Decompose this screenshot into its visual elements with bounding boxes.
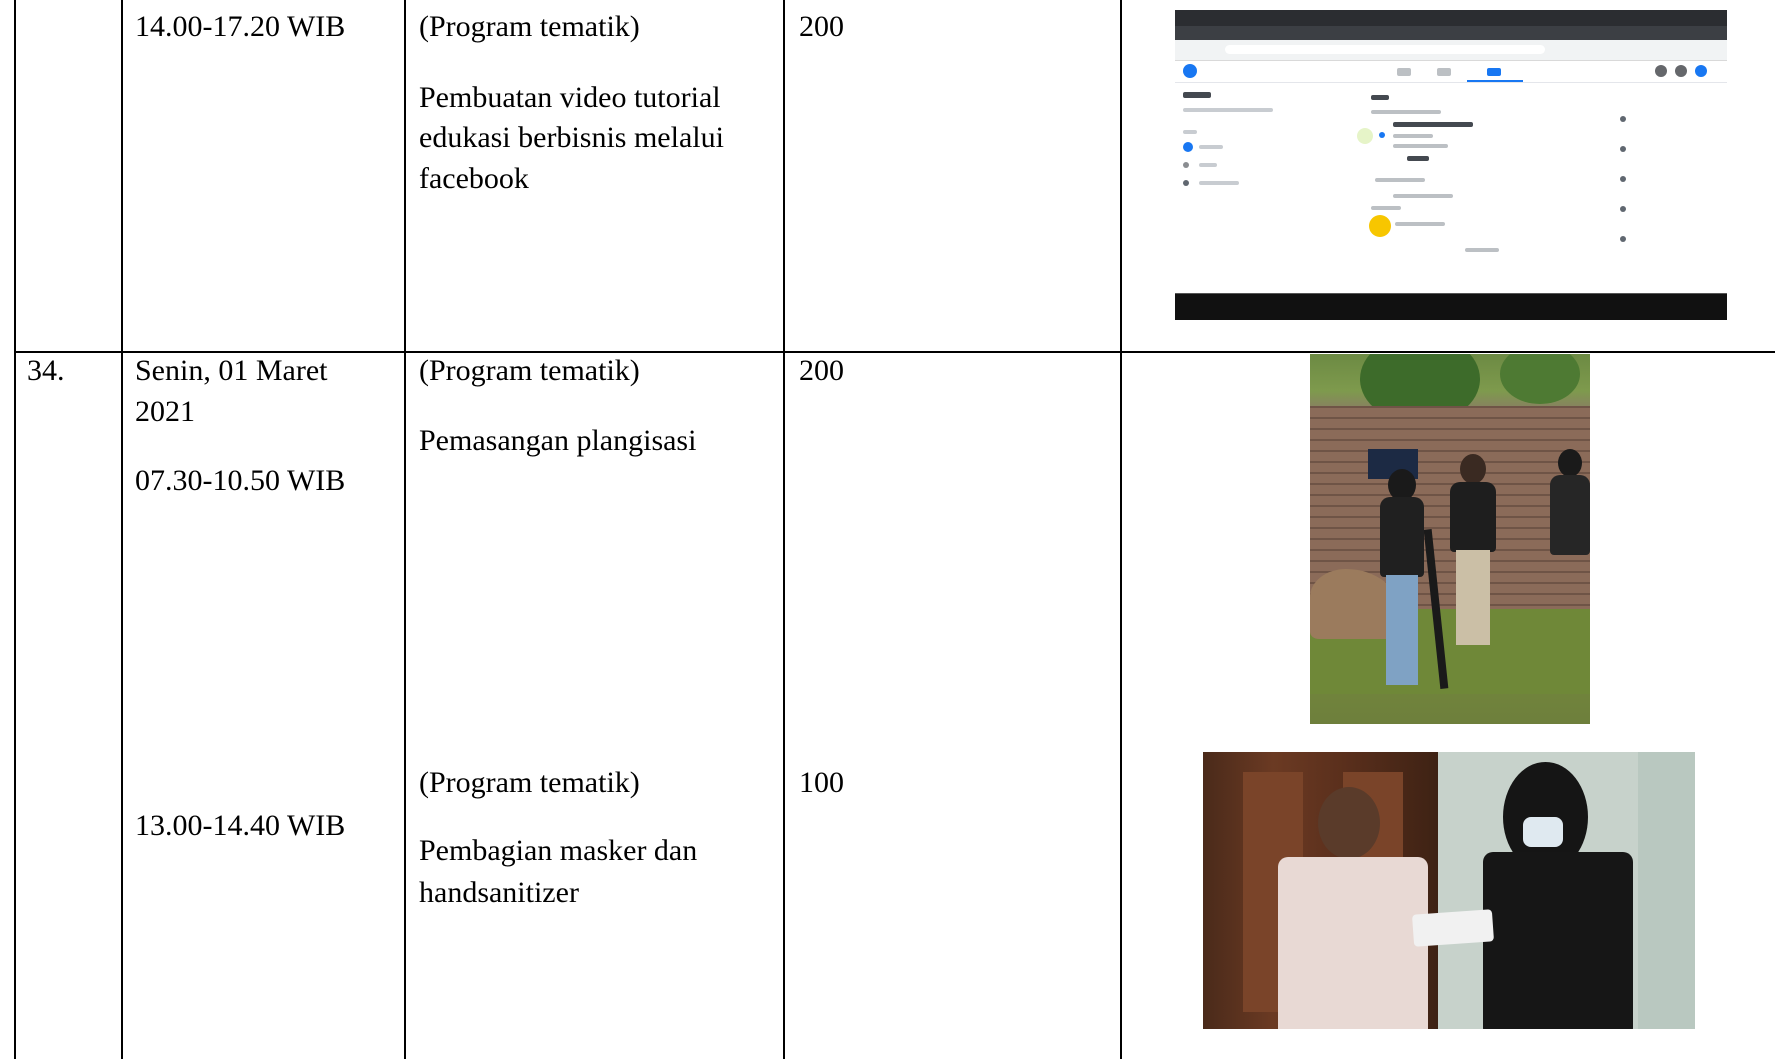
menu-icon bbox=[1655, 65, 1667, 77]
option-icon bbox=[1620, 236, 1626, 242]
photo-plangisasi bbox=[1310, 354, 1590, 724]
row1-time: 14.00-17.20 WIB bbox=[135, 10, 346, 43]
row1-desc-line-3: facebook bbox=[419, 162, 529, 195]
table-border-col2 bbox=[404, 0, 406, 1059]
row1-program-label: (Program tematik) bbox=[419, 10, 640, 43]
messenger-icon bbox=[1675, 65, 1687, 77]
marketplace-tab-icon bbox=[1487, 68, 1501, 76]
active-tab-indicator bbox=[1467, 80, 1523, 82]
feed-line bbox=[1371, 110, 1441, 114]
table-border-left bbox=[121, 0, 123, 1059]
sidebar-shop-icon bbox=[1183, 142, 1193, 152]
feed-line bbox=[1375, 178, 1425, 182]
row2-activity2-program: (Program tematik) bbox=[419, 766, 640, 799]
facebook-page-screenshot bbox=[1175, 10, 1727, 320]
feed-heading bbox=[1371, 95, 1389, 100]
sidebar-item bbox=[1199, 163, 1217, 167]
sidebar-title bbox=[1183, 92, 1211, 98]
browser-title-bar bbox=[1175, 10, 1727, 26]
row2-activity2-desc-line-2: handsanitizer bbox=[419, 876, 579, 909]
feed-line bbox=[1371, 206, 1401, 210]
row2-activity1-program: (Program tematik) bbox=[419, 354, 640, 387]
notification-icon bbox=[1695, 65, 1707, 77]
sidebar-search bbox=[1183, 108, 1273, 112]
row2-number: 34. bbox=[27, 354, 65, 387]
row2-date-line-1: Senin, 01 Maret bbox=[135, 354, 328, 387]
sidebar-people-icon bbox=[1183, 180, 1189, 186]
table-border-outer-left bbox=[14, 0, 16, 1059]
page-avatar bbox=[1369, 215, 1391, 237]
row2-date-line-2: 2021 bbox=[135, 395, 195, 428]
row1-desc-line-1: Pembuatan video tutorial bbox=[419, 81, 721, 114]
option-icon bbox=[1620, 206, 1626, 212]
option-icon bbox=[1620, 116, 1626, 122]
tree-foliage bbox=[1500, 354, 1580, 404]
sidebar-item bbox=[1199, 181, 1239, 185]
feed-price bbox=[1407, 156, 1429, 161]
feed-line bbox=[1465, 248, 1499, 252]
facebook-logo-icon bbox=[1183, 64, 1197, 78]
facebook-nav bbox=[1175, 60, 1727, 83]
browser-tabs bbox=[1175, 26, 1727, 40]
row2-activity1-desc: Pemasangan plangisasi bbox=[419, 424, 697, 457]
url-field bbox=[1225, 45, 1545, 54]
option-icon bbox=[1620, 176, 1626, 182]
sidebar-bag-icon bbox=[1183, 162, 1189, 168]
row2-activity2-value: 100 bbox=[799, 766, 844, 799]
row2-activity2-desc-line-1: Pembagian masker dan bbox=[419, 834, 698, 867]
row1-value: 200 bbox=[799, 10, 844, 43]
feed-line bbox=[1393, 122, 1473, 127]
table-border-col4 bbox=[1120, 0, 1122, 1059]
row2-activity1-value: 200 bbox=[799, 354, 844, 387]
mask-package bbox=[1411, 909, 1495, 947]
option-icon bbox=[1620, 146, 1626, 152]
feed-line bbox=[1393, 134, 1433, 138]
sidebar-item bbox=[1199, 145, 1223, 149]
sidebar-heading bbox=[1183, 130, 1197, 134]
row2-time-1: 07.30-10.50 WIB bbox=[135, 464, 346, 497]
watch-tab-icon bbox=[1437, 68, 1451, 76]
row1-desc-line-2: edukasi berbisnis melalui bbox=[419, 121, 724, 154]
feed-line bbox=[1393, 144, 1448, 148]
product-thumbnail bbox=[1357, 128, 1373, 144]
home-tab-icon bbox=[1397, 68, 1411, 76]
video-controls-bar bbox=[1175, 294, 1727, 320]
row2-time-2: 13.00-14.40 WIB bbox=[135, 809, 346, 842]
table-border-col3 bbox=[783, 0, 785, 1059]
small-blue-icon bbox=[1379, 132, 1385, 138]
feed-line bbox=[1393, 194, 1453, 198]
feed-line bbox=[1395, 222, 1445, 226]
photo-masker-handover bbox=[1203, 752, 1695, 1029]
